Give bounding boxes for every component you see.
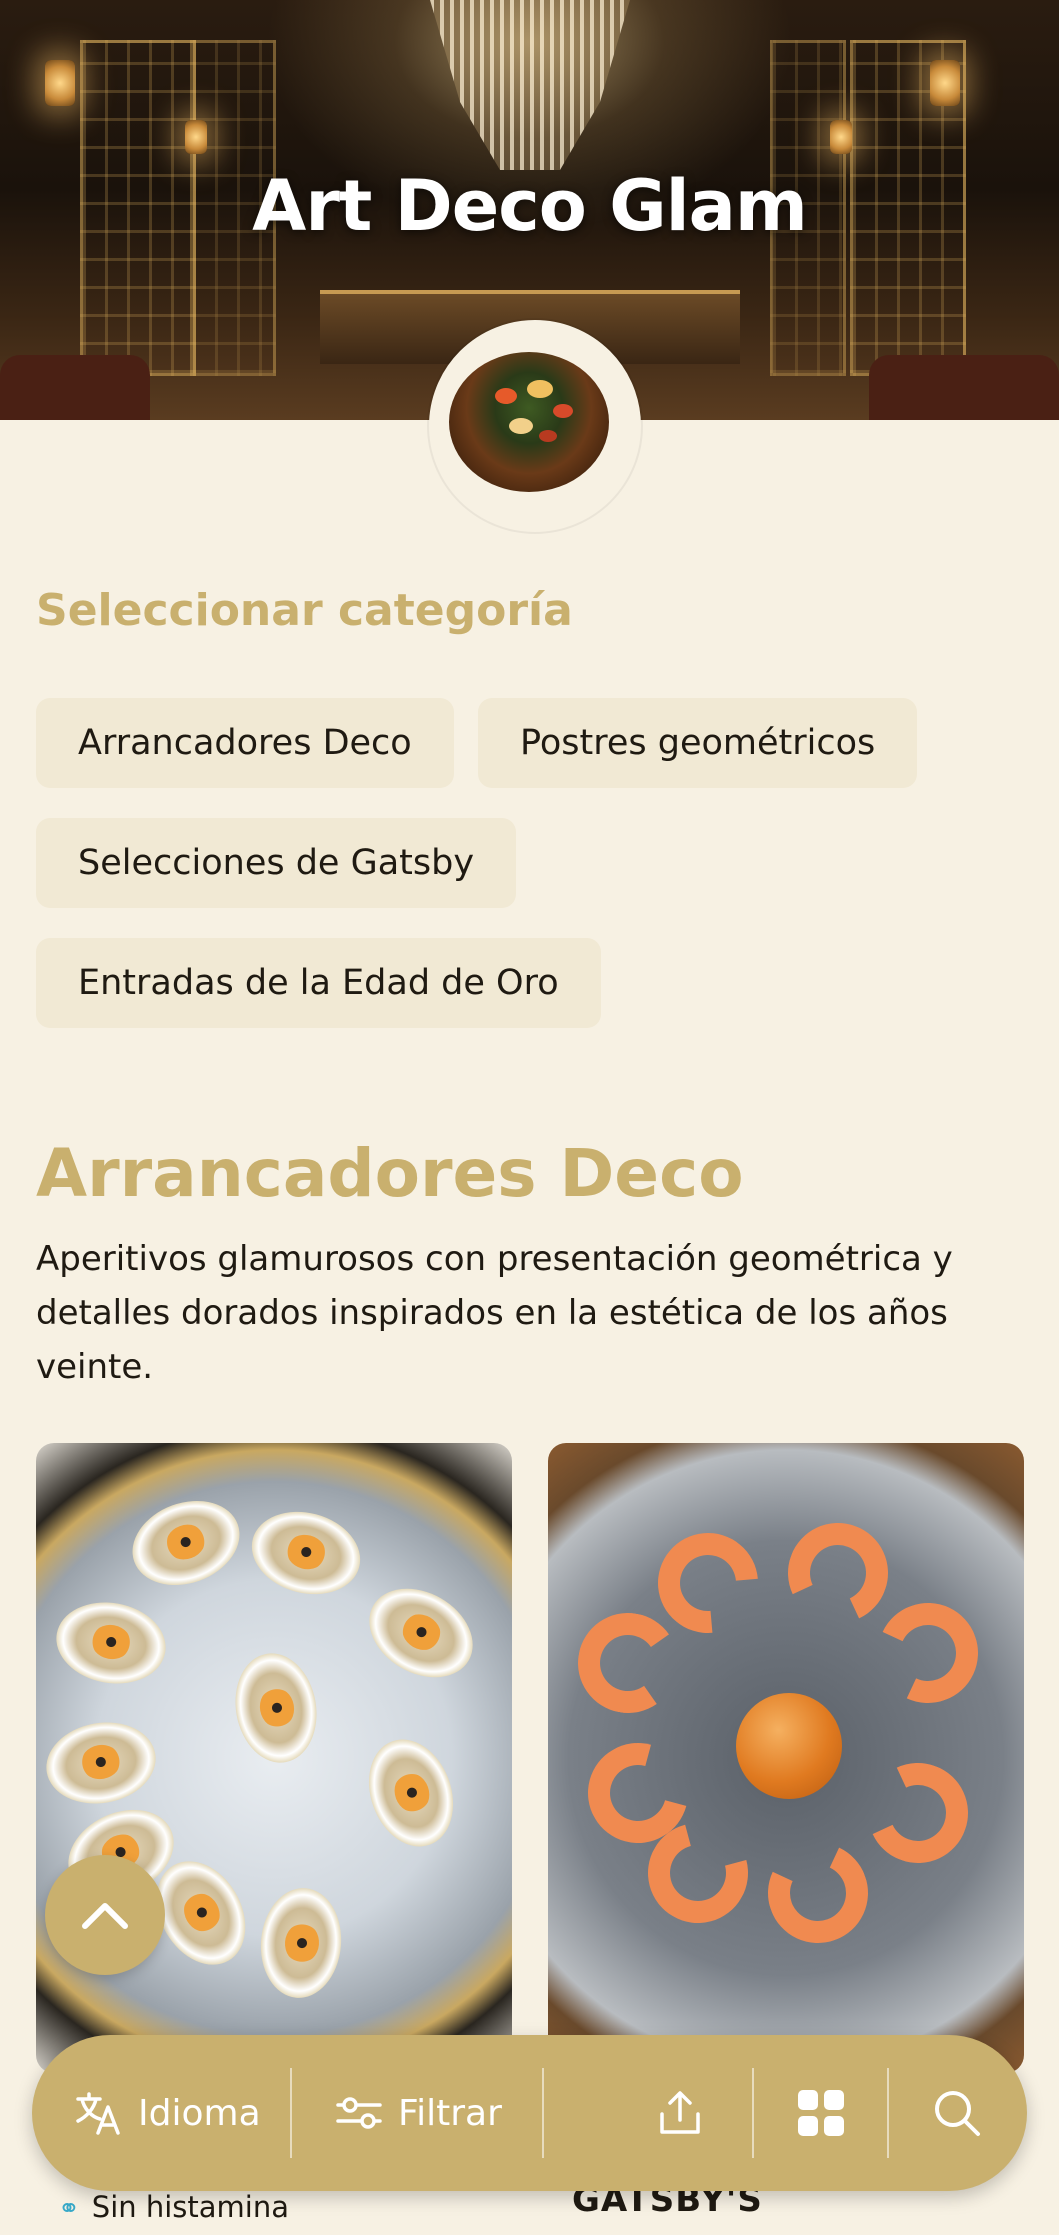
language-button[interactable]: Idioma (74, 2035, 261, 2191)
booth-seat (869, 355, 1059, 420)
nav-divider (290, 2068, 292, 2158)
chevron-up-icon (82, 1903, 128, 1929)
search-icon (935, 2091, 980, 2136)
restaurant-name: Art Deco Glam (252, 165, 808, 247)
dipping-sauce (736, 1693, 842, 1799)
section-description: Aperitivos glamurosos con presentación g… (36, 1239, 953, 1387)
chandelier (430, 0, 630, 170)
bottom-navigation-bar: Idioma Filtrar (32, 2035, 1027, 2191)
restaurant-logo (429, 320, 641, 532)
nav-divider (542, 2068, 544, 2158)
wall-lamp (930, 60, 960, 106)
dietary-tag-label: Sin histamina (91, 2190, 290, 2224)
wall-lamp (45, 60, 75, 106)
category-chip-arrancadores-deco[interactable]: Arrancadores Deco (36, 698, 454, 788)
dish-image-shrimp[interactable] (548, 1443, 1024, 2073)
filter-button[interactable]: Filtrar (336, 2035, 502, 2191)
histamine-free-icon: ⚭ (58, 2194, 80, 2224)
grid-view-button[interactable] (796, 2035, 846, 2191)
translate-icon (76, 2092, 120, 2135)
category-chip-postres-geometricos[interactable]: Postres geométricos (478, 698, 918, 788)
category-chip-entradas-edad-oro[interactable]: Entradas de la Edad de Oro (36, 938, 601, 1028)
filter-sliders-icon (336, 2097, 382, 2129)
share-button[interactable] (656, 2035, 704, 2191)
nav-divider (887, 2068, 889, 2158)
share-icon (660, 2091, 700, 2134)
scroll-top-button[interactable] (45, 1855, 165, 1975)
category-chip-selecciones-gatsby[interactable]: Selecciones de Gatsby (36, 818, 517, 908)
filter-label: Filtrar (398, 2092, 502, 2134)
search-button[interactable] (932, 2035, 982, 2191)
language-label: Idioma (138, 2092, 261, 2134)
grid-view-icon (798, 2090, 844, 2136)
dietary-tag: ⚭ Sin histamina (58, 2190, 289, 2224)
dish-image-oysters[interactable] (36, 1443, 512, 2073)
wall-lamp (185, 120, 207, 154)
nav-divider (752, 2068, 754, 2158)
booth-seat (0, 355, 150, 420)
section-title: Arrancadores Deco (36, 1135, 744, 1212)
category-select-heading: Seleccionar categoría (36, 585, 573, 636)
wall-lamp (830, 120, 852, 154)
